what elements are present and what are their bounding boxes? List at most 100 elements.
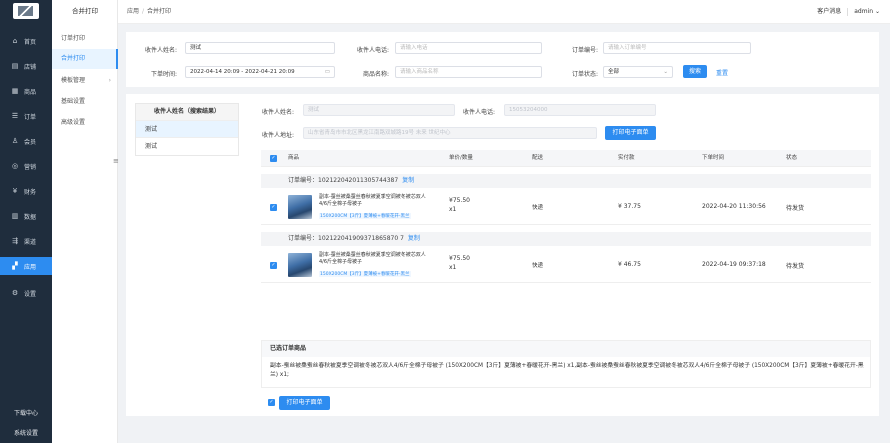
chevron-down-icon: ⌄ — [663, 69, 668, 75]
submenu-title: 合并打印 — [72, 7, 98, 15]
results-header: 收件人姓名（搜索结果） — [136, 104, 238, 120]
recipient-name-field: 测试 — [303, 104, 455, 116]
order-header: 订单编号：102122042011305744387 复制 — [261, 174, 871, 188]
unit-price: ¥75.50 — [449, 197, 470, 204]
settings-icon: ⚙ — [11, 289, 19, 297]
recipient-phone-label: 收件人电话: — [463, 109, 496, 116]
messages-link[interactable]: 客户消息 — [817, 8, 841, 15]
delivery-method: 快递 — [532, 263, 544, 269]
print-all-checkbox[interactable]: ✓ — [268, 399, 275, 406]
nav-data[interactable]: ▥ 数据 — [0, 207, 52, 225]
recipient-address-label: 收件人地址: — [262, 132, 295, 139]
nav-label: 营销 — [24, 163, 37, 171]
home-icon: ⌂ — [12, 37, 18, 45]
submenu-item-advanced-settings[interactable]: 高级设置 — [52, 113, 118, 133]
nav-label: 渠道 — [24, 238, 37, 246]
nav-member[interactable]: ♙ 会员 — [0, 132, 52, 150]
breadcrumb-item[interactable]: 应用 — [127, 8, 139, 15]
status-select-value: 全部 — [608, 69, 620, 75]
order-header: 订单编号：102122041909371865870 7 复制 — [261, 232, 871, 246]
user-menu[interactable]: admin ⌄ — [854, 8, 880, 15]
reset-button[interactable]: 重置 — [716, 68, 728, 77]
result-row[interactable]: 测试 — [136, 137, 238, 154]
app-logo[interactable] — [13, 3, 39, 19]
product-thumbnail[interactable] — [288, 253, 312, 277]
order-no-label: 订单编号: — [571, 47, 598, 54]
filter-panel — [126, 32, 879, 87]
nav-label: 财务 — [24, 188, 37, 196]
nav-label: 订单 — [24, 113, 37, 121]
submenu-item-basic-settings[interactable]: 基础设置 — [52, 92, 118, 112]
top-right-area: 客户消息 admin ⌄ — [817, 0, 880, 24]
recipient-name-label: 收件人姓名: — [262, 109, 295, 116]
result-row[interactable]: 测试 — [136, 120, 238, 137]
nav-apps[interactable]: ▞ 应用 — [0, 257, 52, 275]
recipient-phone-field: 15053204000 — [504, 104, 656, 116]
nav-order[interactable]: ☰ 订单 — [0, 107, 52, 125]
product-title[interactable]: 副本-蚕丝被桑蚕丝春秋被夏季空调被冬被芯双人4/6斤全棉子母被子 — [319, 194, 427, 207]
nav-goods[interactable]: ▦ 商品 — [0, 82, 52, 100]
product-spec: 150X200CM【3斤】夏薄被+春暖花开-黑兰 — [319, 271, 411, 277]
nav-finance[interactable]: ¥ 财务 — [0, 182, 52, 200]
selected-items-box: 已选订单商品 副本-蚕丝被桑蚕丝春秋被夏季空调被冬被芯双人4/6斤全棉子母被子 … — [261, 340, 871, 388]
nav-label: 商品 — [24, 88, 37, 96]
nav-label: 设置 — [24, 290, 37, 298]
order-no: 102122041909371865870 7 — [318, 235, 404, 242]
goods-icon: ▦ — [11, 87, 19, 95]
order-icon: ☰ — [11, 112, 19, 120]
quantity: x1 — [449, 206, 457, 213]
channel-icon: ⇶ — [12, 237, 18, 245]
nav-settings[interactable]: ⚙ 设置 — [0, 284, 52, 302]
order-group: 订单编号：102122042011305744387 复制 ✓ 副本-蚕丝被桑蚕丝… — [261, 174, 871, 225]
order-time-range-input[interactable]: 2022-04-14 20:09 - 2022-04-21 20:09 ▭ — [185, 66, 335, 78]
copy-link[interactable]: 复制 — [408, 235, 420, 242]
order-status: 待发货 — [786, 263, 805, 270]
submenu-item-order-print[interactable]: 订单打印 — [52, 29, 118, 49]
order-checkbox[interactable]: ✓ — [270, 262, 277, 269]
product-name-input[interactable]: 请输入商品名称 — [395, 66, 542, 78]
nav-label: 首页 — [24, 38, 37, 46]
system-settings-link[interactable]: 系统设置 — [0, 428, 52, 437]
recipient-name-input[interactable]: 测试 — [185, 42, 335, 54]
download-center-link[interactable]: 下载中心 — [0, 408, 52, 417]
submenu-item-template[interactable]: 模板管理 › — [52, 71, 118, 91]
recipient-name-label: 收件人姓名: — [144, 47, 177, 54]
orders-table-header: ✓ 商品 单价/数量 配送 实付款 下单时间 状态 — [261, 150, 871, 167]
print-waybill-button[interactable]: 打印电子面单 — [605, 126, 656, 140]
print-waybill-bottom-button[interactable]: 打印电子面单 — [279, 396, 330, 410]
username: admin — [854, 8, 874, 15]
select-all-checkbox[interactable]: ✓ — [270, 155, 277, 162]
search-results-panel: 收件人姓名（搜索结果） 测试 测试 — [135, 103, 239, 156]
nav-channel[interactable]: ⇶ 渠道 — [0, 232, 52, 250]
finance-icon: ¥ — [12, 187, 18, 195]
column-header: 下单时间 — [702, 155, 725, 161]
column-header: 商品 — [288, 155, 300, 161]
nav-label: 店铺 — [24, 63, 37, 71]
order-time: 2022-04-19 09:37:18 — [702, 261, 766, 268]
product-title[interactable]: 副本-蚕丝被桑蚕丝春秋被夏季空调被冬被芯双人4/6斤全棉子母被子 — [319, 252, 427, 265]
product-spec: 150X200CM【3斤】夏薄被+春暖花开-黑兰 — [319, 213, 411, 219]
recipient-phone-input[interactable]: 请输入电话 — [395, 42, 542, 54]
nav-store[interactable]: ▤ 店铺 — [0, 57, 52, 75]
unit-price: ¥75.50 — [449, 255, 470, 262]
product-thumbnail[interactable] — [288, 195, 312, 219]
order-no-input[interactable]: 请输入订单编号 — [603, 42, 751, 54]
nav-marketing[interactable]: ◎ 营销 — [0, 157, 52, 175]
nav-home[interactable]: ⌂ 首页 — [0, 32, 52, 50]
quantity: x1 — [449, 264, 457, 271]
delivery-method: 快递 — [532, 205, 544, 211]
breadcrumb-item: 合并打印 — [147, 8, 172, 15]
marketing-icon: ◎ — [11, 162, 19, 170]
submenu-item-merge-print[interactable]: 合并打印 — [52, 49, 118, 69]
order-status-select[interactable]: 全部 ⌄ — [603, 66, 673, 78]
order-status: 待发货 — [786, 205, 805, 212]
breadcrumb-separator: / — [142, 8, 145, 15]
order-checkbox[interactable]: ✓ — [270, 204, 277, 211]
column-header: 配送 — [532, 155, 544, 161]
member-icon: ♙ — [11, 137, 19, 145]
product-name-label: 商品名称: — [362, 71, 389, 78]
copy-link[interactable]: 复制 — [402, 177, 414, 184]
collapse-menu-icon[interactable]: ≡ — [113, 157, 123, 171]
nav-label: 应用 — [24, 263, 37, 271]
search-button[interactable]: 搜索 — [683, 65, 707, 78]
